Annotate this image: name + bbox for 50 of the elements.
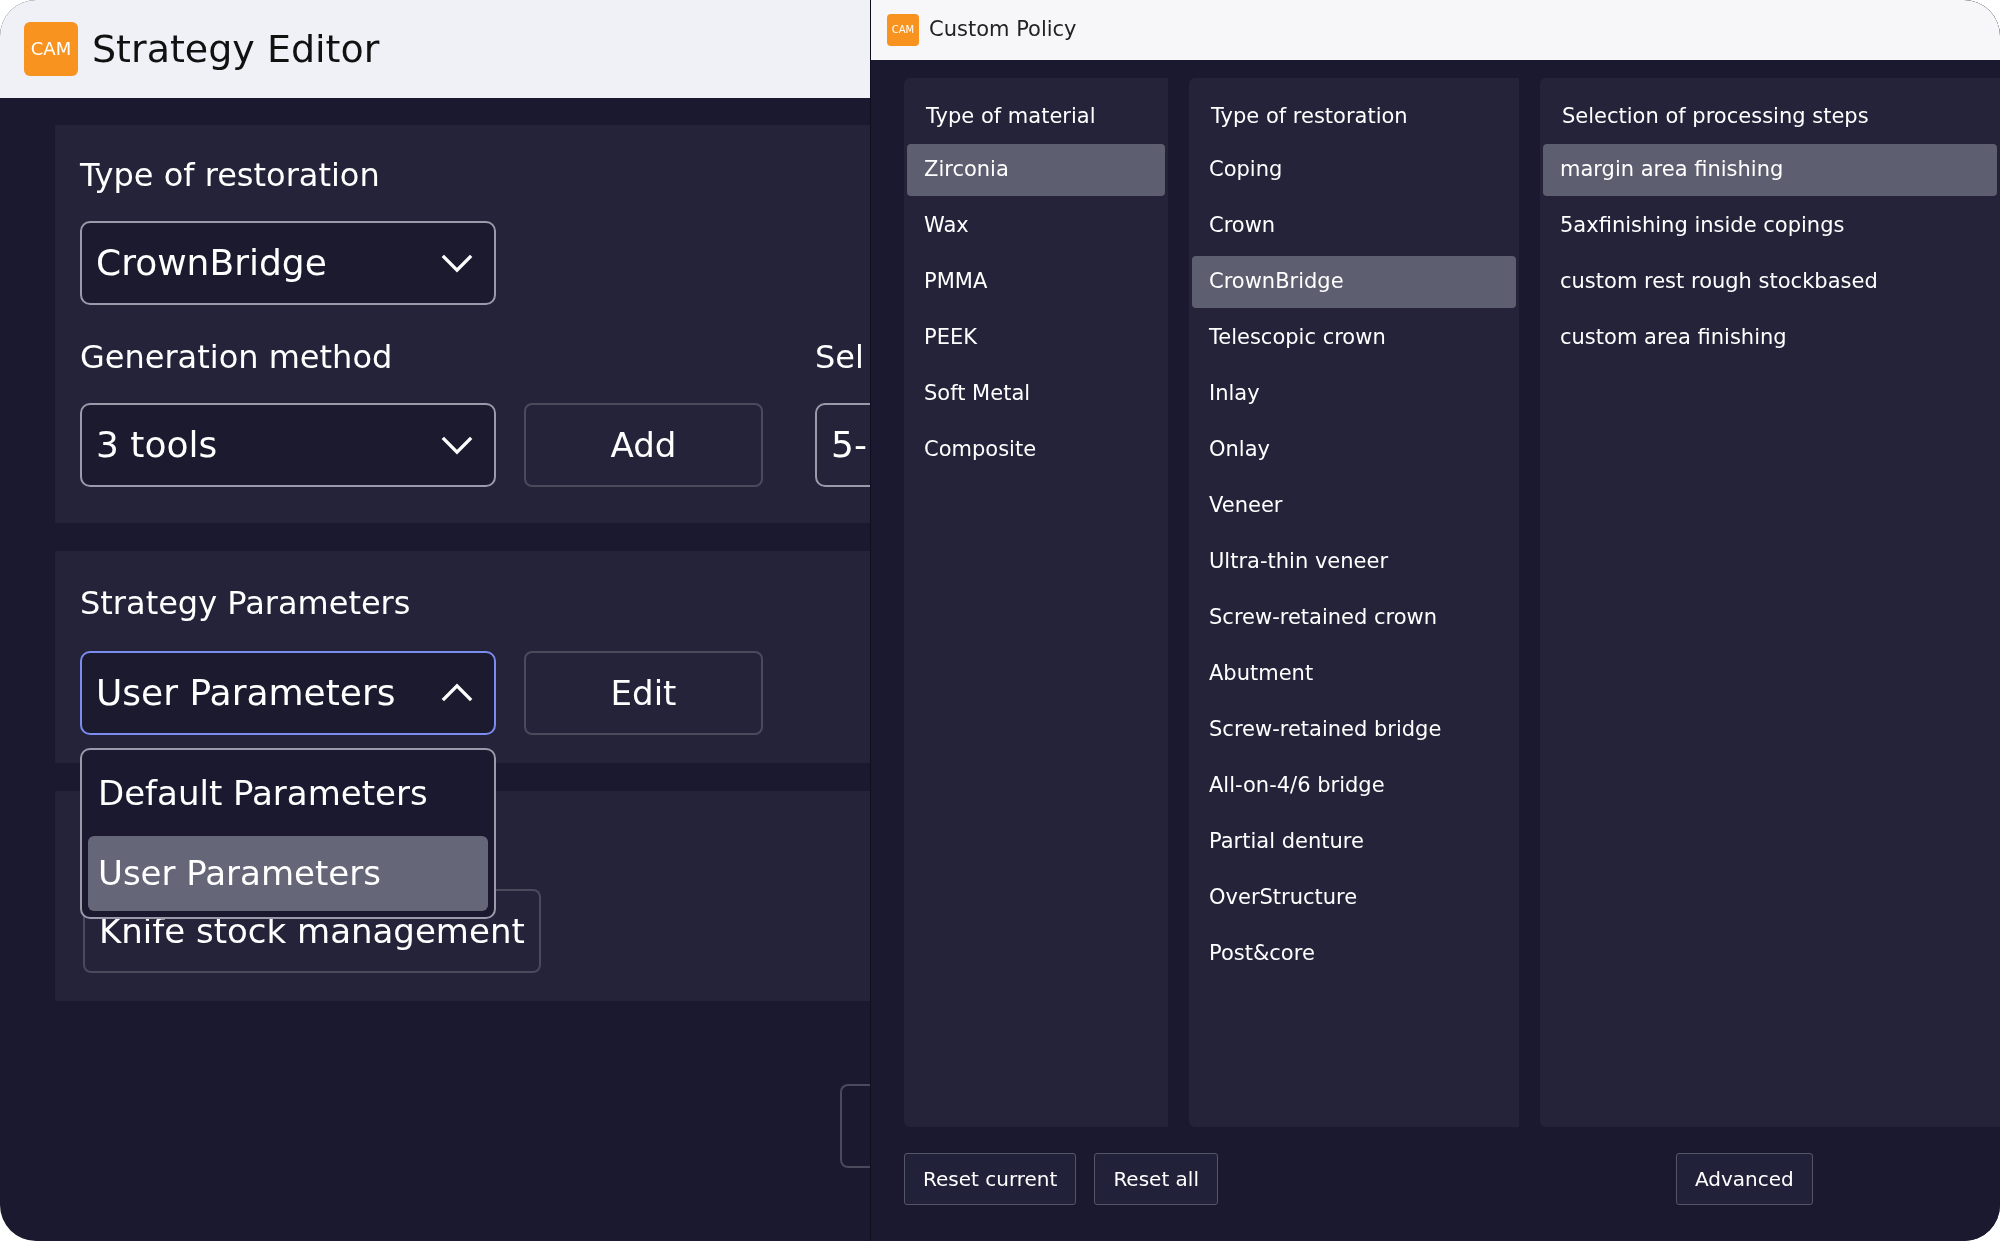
app-logo: CAM	[887, 14, 919, 46]
dropdown-field[interactable]: CrownBridge	[80, 221, 496, 305]
list-item[interactable]: PEEK	[907, 312, 1165, 364]
field-label: Generation method	[80, 337, 394, 378]
field-label: Strategy Parameters	[80, 583, 412, 624]
window-title: Custom Policy	[929, 16, 1077, 44]
list-item[interactable]: custom rest rough stockbased	[1543, 256, 1997, 308]
list-item[interactable]: Zirconia	[907, 144, 1165, 196]
list-item[interactable]: OverStructure	[1192, 872, 1516, 924]
list-item[interactable]: Coping	[1192, 144, 1516, 196]
app-logo: CAM	[24, 22, 78, 76]
list-item[interactable]: Soft Metal	[907, 368, 1165, 420]
chevron-down-icon	[440, 253, 474, 273]
list-item[interactable]: Screw-retained bridge	[1192, 704, 1516, 756]
list-item[interactable]: Onlay	[1192, 424, 1516, 476]
action-button[interactable]: Reset current	[904, 1153, 1077, 1205]
list-item[interactable]: Screw-retained crown	[1192, 592, 1516, 644]
list-item[interactable]: Post&core	[1192, 928, 1516, 980]
list-item[interactable]: Crown	[1192, 200, 1516, 252]
list-item[interactable]: CrownBridge	[1192, 256, 1516, 308]
list-item[interactable]: custom area finishing	[1543, 312, 1997, 364]
dropdown-option[interactable]: User Parameters	[88, 835, 488, 911]
list-item[interactable]: Wax	[907, 200, 1165, 252]
action-button[interactable]: Advanced	[1676, 1153, 1813, 1205]
list-item[interactable]: Veneer	[1192, 480, 1516, 532]
edit-button[interactable]: Edit	[524, 651, 763, 735]
list-item[interactable]: Ultra-thin veneer	[1192, 536, 1516, 588]
window-title: Strategy Editor	[92, 25, 380, 73]
field-label: Sel	[815, 337, 865, 378]
list-item[interactable]: Abutment	[1192, 648, 1516, 700]
dropdown-field[interactable]: 3 tools	[80, 403, 496, 487]
knife-stock-button[interactable]: Knife stock management	[83, 889, 541, 973]
list-item[interactable]: All-on-4/6 bridge	[1192, 760, 1516, 812]
chevron-up-icon	[440, 683, 474, 703]
add-button[interactable]: Add	[524, 403, 763, 487]
list-item[interactable]: margin area finishing	[1543, 144, 1997, 196]
field-label: Type of restoration	[80, 155, 381, 196]
list-item[interactable]: Partial denture	[1192, 816, 1516, 868]
list-item[interactable]: Composite	[907, 424, 1165, 476]
list-item[interactable]: PMMA	[907, 256, 1165, 308]
column-header: Type of material	[925, 103, 1097, 131]
column-header: Selection of processing steps	[1561, 103, 1870, 131]
dropdown-field[interactable]: User Parameters	[80, 651, 496, 735]
dropdown-option[interactable]: Default Parameters	[88, 756, 488, 832]
list-item[interactable]: 5axfinishing inside copings	[1543, 200, 1997, 252]
list-item[interactable]: Telescopic crown	[1192, 312, 1516, 364]
list-item[interactable]: Inlay	[1192, 368, 1516, 420]
action-button[interactable]: Reset all	[1094, 1153, 1218, 1205]
column-header: Type of restoration	[1210, 103, 1409, 131]
chevron-down-icon	[440, 435, 474, 455]
